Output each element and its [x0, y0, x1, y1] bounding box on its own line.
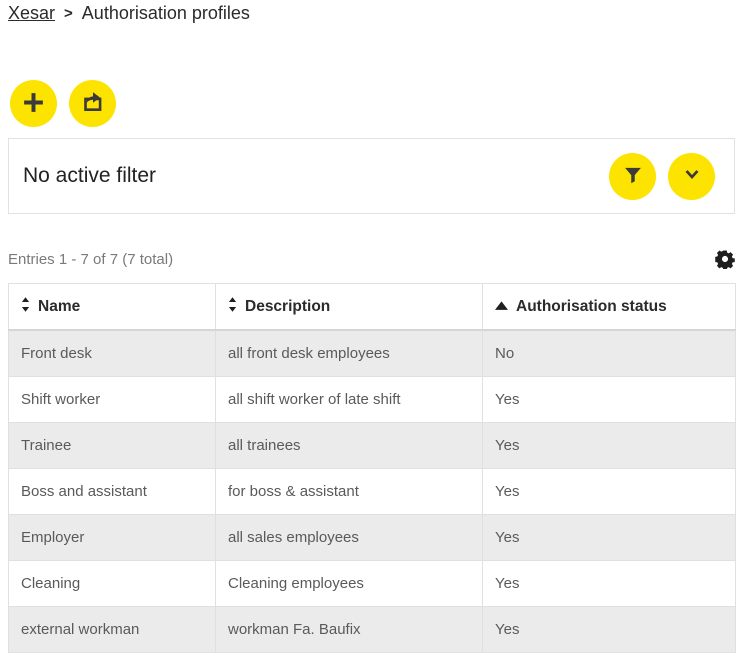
- cell-authorisation-status: Yes: [482, 422, 736, 469]
- cell-authorisation-status: Yes: [482, 376, 736, 423]
- chevron-down-icon: [682, 165, 702, 188]
- filter-actions: [609, 152, 715, 200]
- column-header-authorisation-status[interactable]: Authorisation status: [482, 283, 736, 331]
- authorisation-profiles-table: Name Description Authorisation status Fr…: [8, 283, 736, 653]
- cell-name: Employer: [8, 514, 216, 561]
- action-toolbar: [10, 80, 116, 127]
- table-row[interactable]: external workman workman Fa. Baufix Yes: [8, 606, 736, 653]
- table-row[interactable]: Front desk all front desk employees No: [8, 330, 736, 377]
- table-row[interactable]: Employer all sales employees Yes: [8, 514, 736, 561]
- cell-description: Cleaning employees: [215, 560, 483, 607]
- cell-description: all trainees: [215, 422, 483, 469]
- breadcrumb-link-xesar[interactable]: Xesar: [8, 3, 55, 24]
- column-header-authorisation-status-label: Authorisation status: [516, 297, 667, 315]
- breadcrumb-separator: >: [64, 5, 73, 22]
- column-header-description-label: Description: [245, 297, 331, 315]
- gear-icon: [715, 249, 735, 270]
- entries-count-label: Entries 1 - 7 of 7 (7 total): [8, 250, 174, 268]
- sort-ascending-icon: [495, 298, 508, 316]
- cell-name: Cleaning: [8, 560, 216, 607]
- column-header-description[interactable]: Description: [215, 283, 483, 331]
- cell-description: all shift worker of late shift: [215, 376, 483, 423]
- cell-description: all sales employees: [215, 514, 483, 561]
- open-filter-button[interactable]: [609, 152, 656, 200]
- sort-both-icon: [228, 296, 237, 317]
- cell-description: all front desk employees: [215, 330, 483, 377]
- cell-name: Front desk: [8, 330, 216, 377]
- authorisation-profiles-table-wrap: Name Description Authorisation status Fr…: [8, 283, 736, 653]
- cell-authorisation-status: No: [482, 330, 736, 377]
- table-header-row: Name Description Authorisation status: [8, 283, 736, 331]
- table-row[interactable]: Boss and assistant for boss & assistant …: [8, 468, 736, 515]
- cell-name: Boss and assistant: [8, 468, 216, 515]
- breadcrumb-current-page: Authorisation profiles: [81, 3, 250, 23]
- table-settings-button[interactable]: [715, 249, 735, 270]
- cell-authorisation-status: Yes: [482, 560, 736, 607]
- cell-name: external workman: [8, 606, 216, 653]
- expand-filter-button[interactable]: [668, 152, 715, 200]
- cell-name: Shift worker: [8, 376, 216, 423]
- sort-both-icon: [21, 296, 30, 317]
- export-icon: [81, 90, 105, 117]
- cell-authorisation-status: Yes: [482, 514, 736, 561]
- filter-status-label: No active filter: [23, 164, 157, 187]
- export-profiles-button[interactable]: [69, 80, 116, 127]
- funnel-icon: [623, 165, 643, 188]
- column-header-name-label: Name: [38, 297, 81, 315]
- breadcrumb: Xesar > Authorisation profiles: [8, 3, 250, 24]
- table-row[interactable]: Trainee all trainees Yes: [8, 422, 736, 469]
- cell-authorisation-status: Yes: [482, 468, 736, 515]
- plus-icon: [21, 90, 46, 118]
- cell-authorisation-status: Yes: [482, 606, 736, 653]
- table-row[interactable]: Cleaning Cleaning employees Yes: [8, 560, 736, 607]
- cell-name: Trainee: [8, 422, 216, 469]
- add-profile-button[interactable]: [10, 80, 57, 127]
- column-header-name[interactable]: Name: [8, 283, 216, 331]
- table-header: Name Description Authorisation status: [8, 283, 736, 331]
- table-body: Front desk all front desk employees No S…: [8, 330, 736, 653]
- entries-summary-row: Entries 1 - 7 of 7 (7 total): [8, 249, 735, 270]
- cell-description: workman Fa. Baufix: [215, 606, 483, 653]
- table-row[interactable]: Shift worker all shift worker of late sh…: [8, 376, 736, 423]
- filter-panel: No active filter: [8, 138, 735, 214]
- cell-description: for boss & assistant: [215, 468, 483, 515]
